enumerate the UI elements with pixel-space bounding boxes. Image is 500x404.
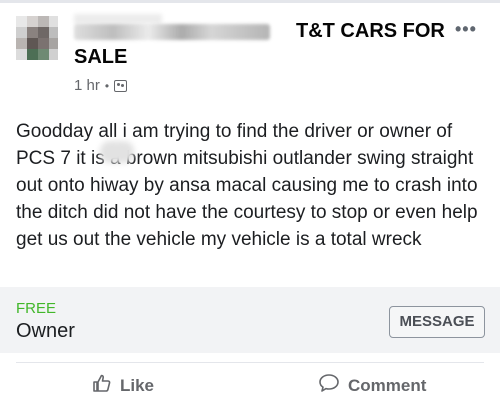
comment-bubble-icon xyxy=(318,373,340,398)
comment-label: Comment xyxy=(348,375,427,395)
like-label: Like xyxy=(120,375,155,395)
comment-button[interactable]: Comment xyxy=(318,373,426,398)
avatar[interactable] xyxy=(16,16,58,66)
group-audience-icon xyxy=(114,79,128,92)
redaction-smudge xyxy=(100,141,134,163)
sale-title: Owner xyxy=(16,320,75,342)
redacted-name-shadow xyxy=(74,14,162,24)
redacted-author-name[interactable] xyxy=(74,24,270,40)
post-text: Goodday all i am trying to find the driv… xyxy=(16,121,478,250)
group-name-continued[interactable]: SALE xyxy=(74,46,127,69)
actions-divider xyxy=(16,362,484,363)
message-button[interactable]: MESSAGE xyxy=(389,306,485,338)
post-time[interactable]: 1 hr xyxy=(74,77,100,94)
meta-separator: • xyxy=(104,78,110,93)
top-divider xyxy=(0,0,500,3)
sale-price: FREE xyxy=(16,300,57,317)
like-button[interactable]: Like xyxy=(92,373,154,398)
more-dots-icon[interactable]: ••• xyxy=(455,19,477,40)
group-name[interactable]: T&T CARS FOR xyxy=(296,20,445,43)
thumbs-up-icon xyxy=(92,373,112,398)
post-meta: 1 hr • xyxy=(74,77,128,94)
